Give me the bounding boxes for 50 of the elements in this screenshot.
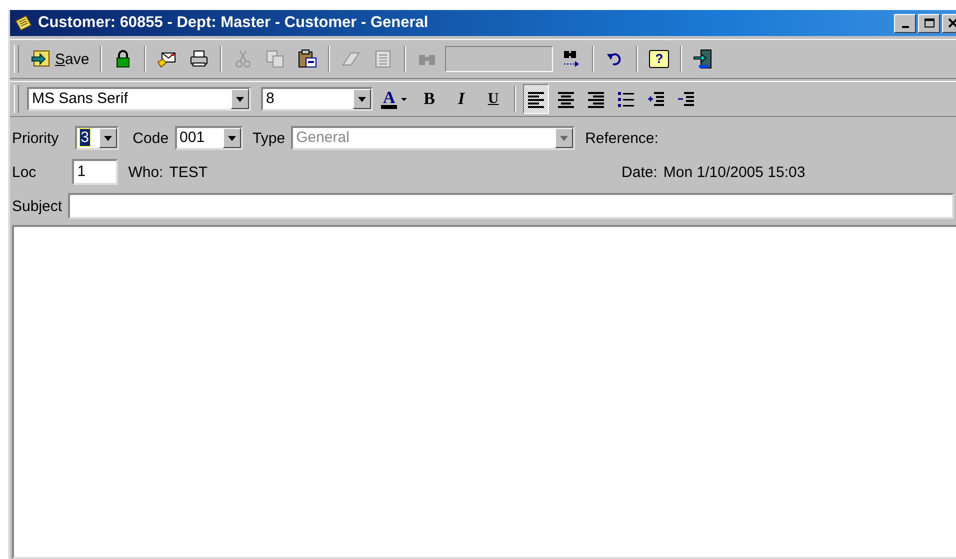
dropdown-arrow-icon	[228, 136, 236, 140]
save-button[interactable]: Save	[27, 44, 94, 74]
dropdown-arrow-icon	[104, 136, 112, 140]
outdent-icon	[677, 90, 696, 108]
field-value: Mon 1/10/2005 15:03	[663, 164, 806, 180]
dropdown-arrow-icon	[358, 96, 366, 102]
field-label: Code	[132, 130, 169, 146]
field-label: Priority	[12, 130, 59, 146]
field-label: Subject	[12, 198, 62, 214]
paste-icon	[297, 49, 318, 69]
help-button[interactable]: ?	[645, 44, 674, 74]
font-size-dropdown[interactable]: 8	[261, 87, 373, 111]
maximize-button[interactable]	[918, 14, 940, 32]
font-color-button[interactable]: A	[377, 84, 412, 114]
notepad-icon	[14, 15, 32, 31]
font-name-dropdown[interactable]: MS Sans Serif	[27, 87, 251, 111]
scissors-icon	[233, 49, 254, 69]
priority-dropdown[interactable]: 3	[74, 126, 119, 150]
loc-field[interactable]: 1	[72, 159, 118, 185]
field-label: Type	[252, 130, 286, 146]
printer-icon	[189, 49, 210, 69]
field-label: Loc	[12, 164, 36, 180]
dropdown-arrow-icon	[236, 96, 244, 102]
window-title: Customer: 60855 - Dept: Master - Customer - General	[38, 14, 430, 32]
dropdown-arrow-icon	[560, 136, 568, 140]
field-label: Date:	[622, 164, 658, 180]
document-icon	[373, 49, 394, 69]
italic-button[interactable]: I	[447, 84, 476, 114]
minimize-button[interactable]	[894, 14, 916, 32]
align-right-icon	[587, 90, 606, 108]
subject-field[interactable]	[68, 193, 954, 219]
save-icon	[31, 49, 51, 69]
indent-icon	[647, 90, 666, 108]
find-next-icon	[561, 49, 582, 69]
bold-button[interactable]: B	[415, 84, 444, 114]
align-left-icon	[527, 90, 546, 108]
align-left-button[interactable]	[523, 84, 550, 114]
close-icon	[948, 18, 956, 28]
field-value: TEST	[169, 164, 208, 180]
underline-button[interactable]: U	[479, 84, 508, 114]
caret-icon	[401, 98, 408, 100]
copy-icon	[265, 49, 286, 69]
minimize-icon	[902, 26, 908, 28]
code-dropdown[interactable]: 001	[174, 126, 243, 150]
maximize-icon	[924, 18, 934, 28]
field-label: Who:	[128, 164, 164, 180]
exit-door-icon	[693, 49, 714, 69]
field-label: Reference:	[585, 130, 658, 146]
bullet-list-icon	[617, 90, 636, 108]
align-center-icon	[557, 90, 576, 108]
